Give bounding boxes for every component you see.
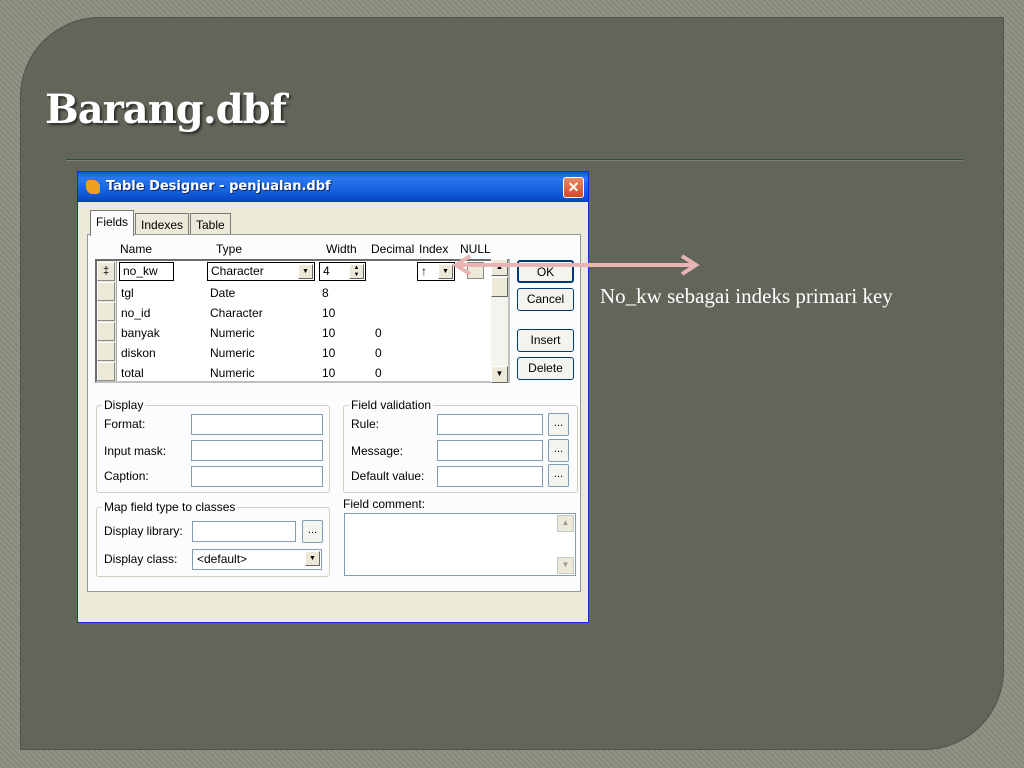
display-class-value: <default>	[197, 552, 248, 566]
input-mask-input[interactable]	[191, 440, 323, 461]
field-type-cell[interactable]: Numeric	[210, 346, 255, 360]
map-field-type-label: Map field type to classes	[102, 500, 238, 514]
display-library-label: Display library:	[104, 524, 183, 538]
display-class-dropdown[interactable]: <default> ▼	[192, 549, 322, 570]
field-name-cell[interactable]: total	[121, 366, 144, 380]
tab-fields[interactable]: Fields	[90, 210, 135, 236]
field-width-spinner[interactable]: 4 ▲ ▼	[319, 262, 366, 281]
field-type-cell[interactable]: Numeric	[210, 366, 255, 380]
spinner-arrows-icon[interactable]: ▲ ▼	[349, 264, 364, 279]
column-header-index: Index	[419, 242, 449, 256]
caption-input[interactable]	[191, 466, 323, 487]
rule-builder-button[interactable]: ...	[548, 413, 569, 436]
double-arrow-icon	[452, 254, 700, 276]
field-decimal-cell[interactable]: 0	[375, 326, 382, 340]
window-titlebar[interactable]: Table Designer - penjualan.dbf ✕	[78, 172, 588, 202]
message-label: Message:	[351, 444, 404, 458]
field-type-cell[interactable]: Character	[210, 306, 263, 320]
table-designer-window: Table Designer - penjualan.dbf ✕ Fields …	[77, 171, 589, 623]
display-group-label: Display	[102, 398, 146, 412]
tab-table[interactable]: Table	[190, 213, 231, 235]
scroll-up-icon: ▲	[557, 515, 574, 532]
row-selector[interactable]	[97, 302, 115, 321]
insert-button[interactable]: Insert	[517, 329, 574, 352]
default-value-label: Default value:	[351, 469, 425, 483]
fields-grid: ‡ no_kw Character ▼ 4 ▲ ▼ ↑ ▼ tgl Date 8 …	[95, 259, 510, 383]
field-type-dropdown[interactable]: Character ▼	[207, 262, 315, 281]
scroll-down-icon: ▼	[557, 557, 574, 574]
display-library-input[interactable]	[192, 521, 296, 542]
slide-title: Barang.dbf	[45, 86, 287, 133]
message-builder-button[interactable]: ...	[548, 439, 569, 462]
field-width-cell[interactable]: 10	[322, 306, 335, 320]
ascending-index-icon: ↑	[421, 264, 427, 278]
row-selector[interactable]	[97, 282, 115, 301]
close-button[interactable]: ✕	[563, 177, 584, 198]
field-width-cell[interactable]: 10	[322, 346, 335, 360]
input-mask-label: Input mask:	[104, 444, 167, 458]
caption-label: Caption:	[104, 469, 149, 483]
window-title: Table Designer - penjualan.dbf	[106, 179, 331, 194]
field-name-cell[interactable]: banyak	[121, 326, 160, 340]
annotation-caption: No_kw sebagai indeks primari key	[600, 284, 893, 308]
field-width-cell[interactable]: 8	[322, 286, 329, 300]
cancel-button[interactable]: Cancel	[517, 288, 574, 311]
chevron-down-icon[interactable]: ▼	[305, 551, 320, 566]
column-header-name: Name	[120, 242, 153, 256]
field-name-input[interactable]: no_kw	[119, 262, 174, 281]
row-mover-handle[interactable]: ‡	[97, 262, 115, 281]
field-width-cell[interactable]: 10	[322, 366, 335, 380]
message-input[interactable]	[437, 440, 543, 461]
row-selector[interactable]	[97, 342, 115, 361]
field-decimal-cell[interactable]: 0	[375, 346, 382, 360]
column-header-width: Width	[326, 242, 357, 256]
chevron-down-icon[interactable]: ▼	[298, 264, 313, 279]
row-selector[interactable]	[97, 362, 115, 381]
row-selector[interactable]	[97, 322, 115, 341]
column-header-decimal: Decimal	[371, 242, 415, 256]
default-value-builder-button[interactable]: ...	[548, 464, 569, 487]
display-class-label: Display class:	[104, 552, 178, 566]
tab-indexes[interactable]: Indexes	[135, 213, 190, 235]
field-type-value: Character	[211, 264, 264, 278]
field-comment-label: Field comment:	[343, 497, 426, 511]
title-divider	[66, 159, 963, 160]
field-decimal-cell[interactable]: 0	[375, 366, 382, 380]
field-name-cell[interactable]: tgl	[121, 286, 134, 300]
delete-button[interactable]: Delete	[517, 357, 574, 380]
format-label: Format:	[104, 417, 146, 431]
field-width-cell[interactable]: 10	[322, 326, 335, 340]
field-comment-textarea[interactable]: ▲ ▼	[344, 513, 576, 576]
scroll-down-icon[interactable]: ▼	[491, 366, 508, 383]
foxpro-app-icon	[86, 180, 100, 194]
field-width-value: 4	[323, 264, 330, 278]
field-type-cell[interactable]: Date	[210, 286, 235, 300]
field-name-cell[interactable]: no_id	[121, 306, 150, 320]
grid-scrollbar[interactable]: ▲ ▼	[491, 259, 508, 383]
rule-input[interactable]	[437, 414, 543, 435]
field-name-cell[interactable]: diskon	[121, 346, 156, 360]
field-validation-label: Field validation	[349, 398, 434, 412]
default-value-input[interactable]	[437, 466, 543, 487]
rule-label: Rule:	[351, 417, 380, 431]
format-input[interactable]	[191, 414, 323, 435]
field-type-cell[interactable]: Numeric	[210, 326, 255, 340]
column-header-type: Type	[216, 242, 243, 256]
scroll-thumb[interactable]	[491, 277, 508, 297]
display-library-browse-button[interactable]: ...	[302, 520, 323, 543]
